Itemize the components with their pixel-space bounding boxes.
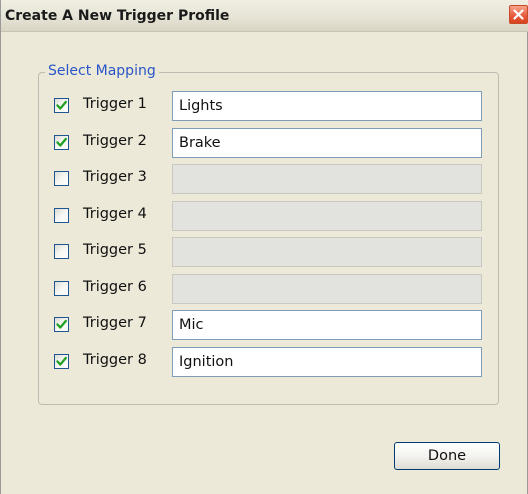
group-label: Select Mapping <box>45 63 159 79</box>
trigger-row-7: Trigger 7 Mic <box>1 309 528 340</box>
trigger-row-3: Trigger 3 <box>1 163 528 194</box>
trigger-row-5: Trigger 5 <box>1 236 528 267</box>
window-title: Create A New Trigger Profile <box>5 8 230 24</box>
trigger-5-name-field <box>172 237 482 267</box>
close-button[interactable] <box>509 5 528 24</box>
checkmark-icon <box>56 356 67 366</box>
trigger-row-8: Trigger 8 Ignition <box>1 346 528 377</box>
trigger-row-1: Trigger 1 Lights <box>1 90 528 121</box>
trigger-6-label: Trigger 6 <box>83 279 147 295</box>
close-icon <box>513 9 524 20</box>
trigger-8-checkbox[interactable] <box>54 354 69 369</box>
checkmark-icon <box>56 137 67 147</box>
trigger-7-name-field[interactable]: Mic <box>172 310 482 340</box>
title-bar[interactable]: Create A New Trigger Profile <box>1 0 528 32</box>
done-button[interactable]: Done <box>394 442 500 470</box>
trigger-7-label: Trigger 7 <box>83 315 147 331</box>
trigger-7-checkbox[interactable] <box>54 317 69 332</box>
trigger-row-4: Trigger 4 <box>1 200 528 231</box>
trigger-1-name-field[interactable]: Lights <box>172 91 482 121</box>
trigger-4-name-field <box>172 201 482 231</box>
trigger-5-checkbox[interactable] <box>54 244 69 259</box>
trigger-1-checkbox[interactable] <box>54 98 69 113</box>
trigger-5-label: Trigger 5 <box>83 242 147 258</box>
trigger-8-name-field[interactable]: Ignition <box>172 347 482 377</box>
trigger-2-label: Trigger 2 <box>83 133 147 149</box>
trigger-6-checkbox[interactable] <box>54 281 69 296</box>
checkmark-icon <box>56 319 67 329</box>
trigger-4-checkbox[interactable] <box>54 208 69 223</box>
trigger-4-label: Trigger 4 <box>83 206 147 222</box>
trigger-row-6: Trigger 6 <box>1 273 528 304</box>
trigger-row-2: Trigger 2 Brake <box>1 127 528 158</box>
trigger-2-name-field[interactable]: Brake <box>172 128 482 158</box>
dialog-window: Create A New Trigger Profile Select Mapp… <box>0 0 528 494</box>
trigger-1-label: Trigger 1 <box>83 96 147 112</box>
trigger-8-label: Trigger 8 <box>83 352 147 368</box>
trigger-3-checkbox[interactable] <box>54 171 69 186</box>
trigger-2-checkbox[interactable] <box>54 135 69 150</box>
trigger-6-name-field <box>172 274 482 304</box>
trigger-3-name-field <box>172 164 482 194</box>
checkmark-icon <box>56 100 67 110</box>
trigger-3-label: Trigger 3 <box>83 169 147 185</box>
